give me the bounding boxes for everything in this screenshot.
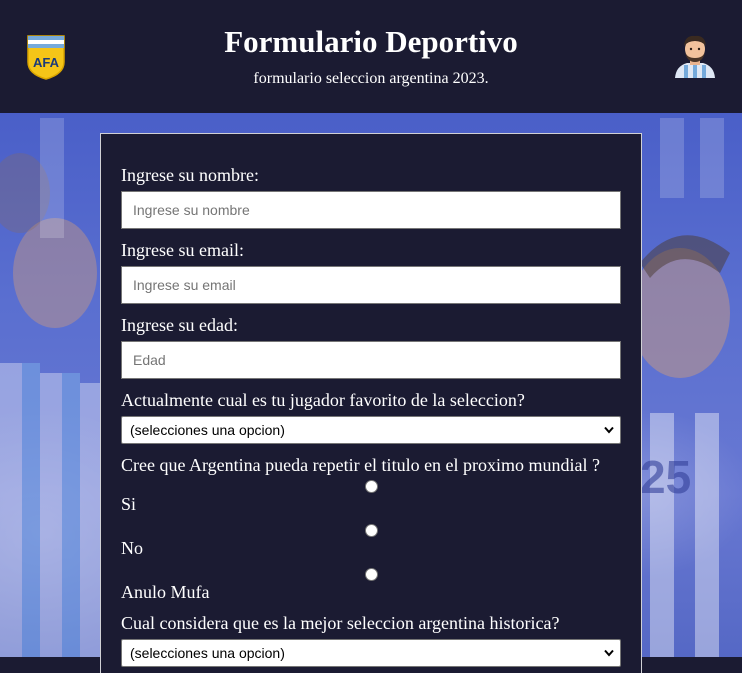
- survey-form: Ingrese su nombre: Ingrese su email: Ing…: [100, 133, 642, 673]
- best-team-label: Cual considera que es la mejor seleccion…: [121, 613, 560, 633]
- best-team-selected: (selecciones una opcion): [130, 645, 285, 661]
- name-input[interactable]: [121, 191, 621, 229]
- age-label: Ingrese su edad:: [121, 315, 238, 335]
- name-label: Ingrese su nombre:: [121, 165, 259, 185]
- best-team-select[interactable]: (selecciones una opcion): [121, 639, 621, 667]
- chevron-down-icon: [604, 649, 614, 657]
- radio-no-label: No: [121, 538, 143, 558]
- page-subtitle: formulario seleccion argentina 2023.: [253, 70, 489, 87]
- radio-anulo-mufa[interactable]: [365, 568, 378, 581]
- radio-no[interactable]: [365, 524, 378, 537]
- radio-si[interactable]: [365, 480, 378, 493]
- svg-text:25: 25: [640, 451, 691, 503]
- email-input[interactable]: [121, 266, 621, 304]
- favorite-player-label: Actualmente cual es tu jugador favorito …: [121, 390, 525, 410]
- page-title: Formulario Deportivo: [224, 24, 518, 59]
- chevron-down-icon: [604, 426, 614, 434]
- favorite-player-select[interactable]: (selecciones una opcion): [121, 416, 621, 444]
- favorite-player-selected: (selecciones una opcion): [130, 422, 285, 438]
- email-label: Ingrese su email:: [121, 240, 244, 260]
- player-avatar-icon: [672, 32, 718, 80]
- age-input[interactable]: [121, 341, 621, 379]
- page-header: AFA Formulario Deportivo formulario sele…: [0, 0, 742, 113]
- repeat-title-label: Cree que Argentina pueda repetir el titu…: [121, 455, 601, 475]
- radio-anulo-mufa-label: Anulo Mufa: [121, 582, 210, 602]
- radio-si-label: Si: [121, 494, 137, 514]
